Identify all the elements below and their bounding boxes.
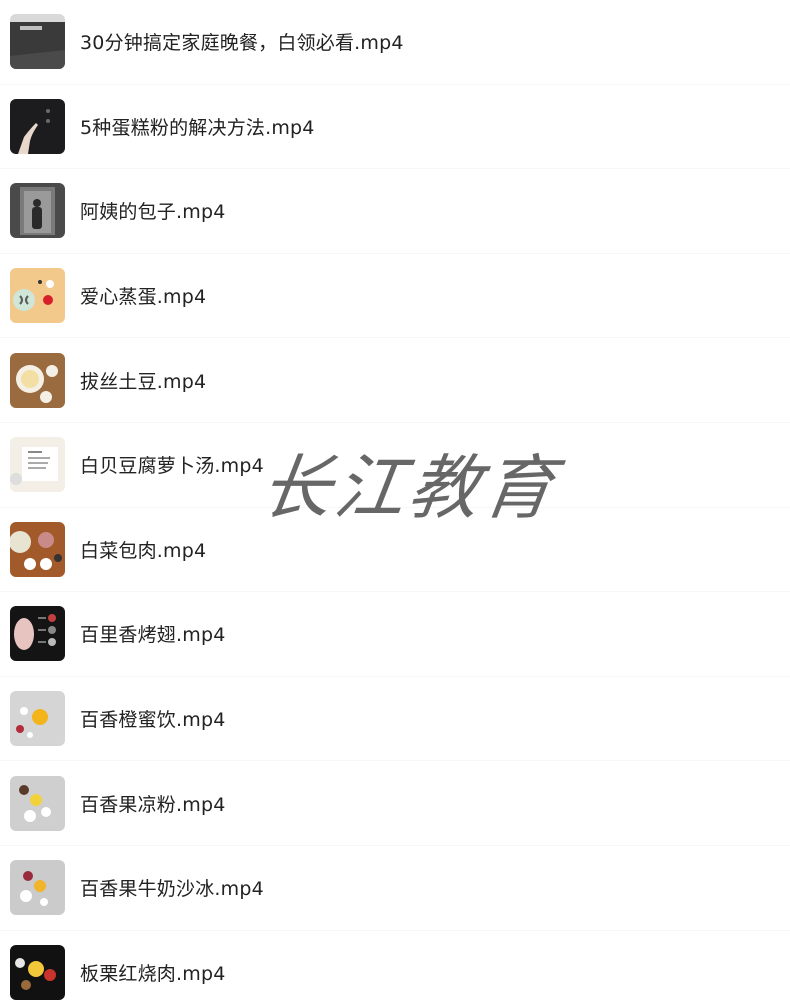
file-name[interactable]: 阿姨的包子.mp4 (80, 197, 226, 224)
file-row[interactable]: 拔丝土豆.mp4 (0, 338, 790, 423)
file-list: 30分钟搞定家庭晚餐，白领必看.mp4 5种蛋糕粉的解决方法.mp4 阿姨的包子… (0, 0, 790, 1007)
file-row[interactable]: 5种蛋糕粉的解决方法.mp4 (0, 85, 790, 170)
chicken-wings-video-thumbnail (10, 606, 65, 662)
file-row[interactable]: 阿姨的包子.mp4 (0, 169, 790, 254)
file-row[interactable]: 白贝豆腐萝卜汤.mp4 (0, 423, 790, 508)
file-row[interactable]: 百香果凉粉.mp4 (0, 761, 790, 846)
cabbage-meat-video-thumbnail (10, 521, 65, 577)
recipe-card-video-thumbnail (10, 437, 65, 493)
file-name[interactable]: 白菜包肉.mp4 (80, 536, 206, 563)
file-name[interactable]: 30分钟搞定家庭晚餐，白领必看.mp4 (80, 28, 404, 55)
file-row[interactable]: 百香果牛奶沙冰.mp4 (0, 846, 790, 931)
file-name[interactable]: 拔丝土豆.mp4 (80, 367, 206, 394)
file-name[interactable]: 白贝豆腐萝卜汤.mp4 (80, 451, 264, 478)
file-name[interactable]: 板栗红烧肉.mp4 (80, 959, 226, 986)
file-name[interactable]: 百香橙蜜饮.mp4 (80, 705, 226, 732)
file-row[interactable]: 30分钟搞定家庭晚餐，白领必看.mp4 (0, 0, 790, 85)
file-name[interactable]: 百香果凉粉.mp4 (80, 790, 226, 817)
laptop-video-thumbnail (10, 14, 65, 70)
jelly-video-thumbnail (10, 775, 65, 831)
braised-pork-video-thumbnail (10, 944, 65, 1000)
file-row[interactable]: 板栗红烧肉.mp4 (0, 931, 790, 1007)
file-name[interactable]: 5种蛋糕粉的解决方法.mp4 (80, 113, 315, 140)
file-name[interactable]: 百香果牛奶沙冰.mp4 (80, 874, 264, 901)
file-row[interactable]: 百里香烤翅.mp4 (0, 592, 790, 677)
steamed-egg-video-thumbnail (10, 268, 65, 324)
file-name[interactable]: 百里香烤翅.mp4 (80, 620, 226, 647)
smoothie-video-thumbnail (10, 860, 65, 916)
file-name[interactable]: 爱心蒸蛋.mp4 (80, 282, 206, 309)
file-browser-page: 30分钟搞定家庭晚餐，白领必看.mp4 5种蛋糕粉的解决方法.mp4 阿姨的包子… (0, 0, 790, 1007)
orange-drink-video-thumbnail (10, 691, 65, 747)
file-row[interactable]: 白菜包肉.mp4 (0, 508, 790, 593)
file-row[interactable]: 爱心蒸蛋.mp4 (0, 254, 790, 339)
person-doorway-video-thumbnail (10, 183, 65, 239)
potato-video-thumbnail (10, 352, 65, 408)
dark-hand-video-thumbnail (10, 98, 65, 154)
file-row[interactable]: 百香橙蜜饮.mp4 (0, 677, 790, 762)
